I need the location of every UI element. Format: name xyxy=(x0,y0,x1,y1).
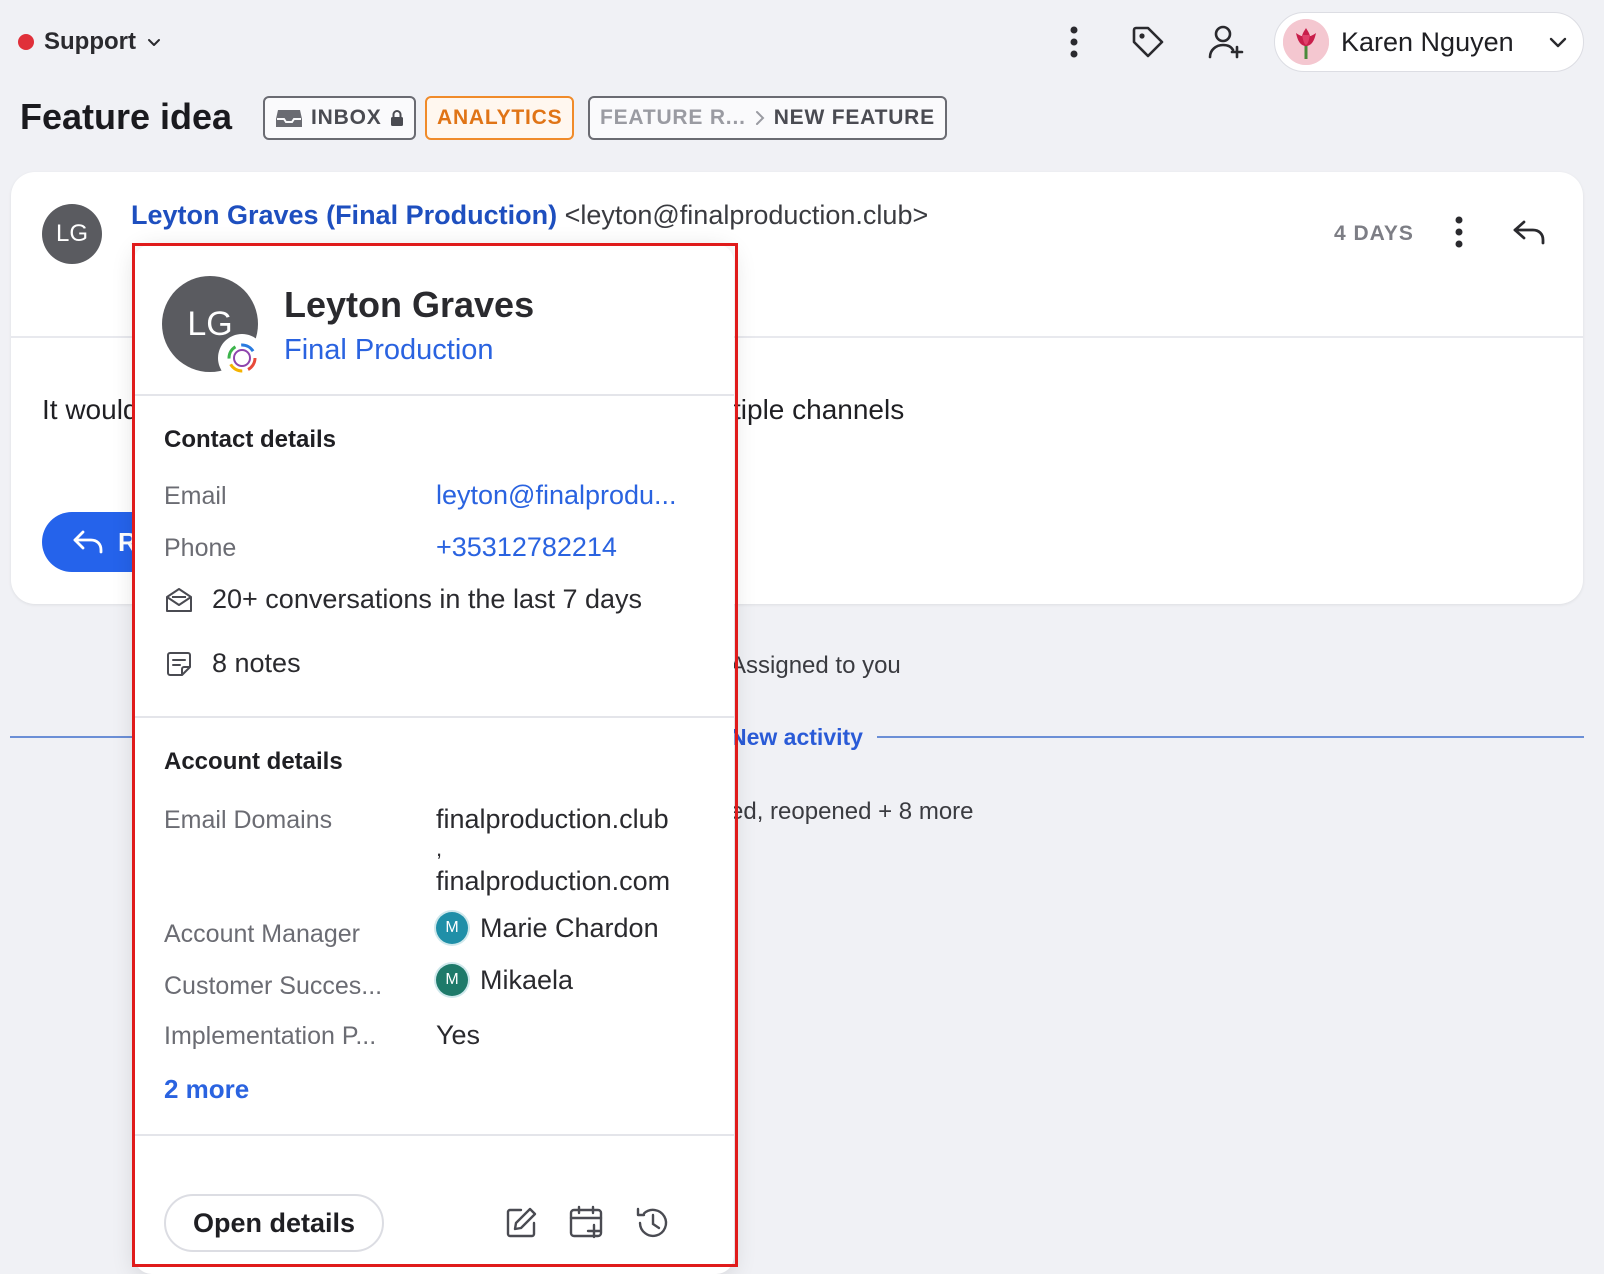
contact-name: Leyton Graves xyxy=(284,284,535,325)
contact-popover: LG Leyton Graves Final Production Contac… xyxy=(134,244,734,1274)
popover-divider xyxy=(134,1134,734,1136)
history-icon[interactable] xyxy=(630,1200,676,1246)
notes-text: 8 notes xyxy=(212,648,301,678)
more-vertical-icon[interactable] xyxy=(1052,20,1096,64)
customer-success-value: M Mikaela xyxy=(436,964,573,996)
phone-value[interactable]: +35312782214 xyxy=(436,532,617,563)
message-more-icon[interactable] xyxy=(1441,212,1477,252)
implementation-label: Implementation P... xyxy=(164,1022,377,1050)
inbox-status-dot xyxy=(18,34,34,50)
chevron-down-icon xyxy=(1549,37,1567,48)
popover-divider xyxy=(134,716,734,718)
add-calendar-icon[interactable] xyxy=(564,1200,610,1246)
page-title: Feature idea xyxy=(20,96,233,137)
account-manager-avatar: M xyxy=(436,912,468,944)
message-time: 4 DAYS xyxy=(1334,222,1414,245)
email-domains-label: Email Domains xyxy=(164,806,333,834)
user-menu[interactable]: Karen Nguyen xyxy=(1274,12,1584,72)
lock-icon xyxy=(390,110,403,126)
sender-name-link[interactable]: Leyton Graves (Final Production) xyxy=(131,200,557,230)
email-label: Email xyxy=(164,482,227,510)
chevron-right-icon xyxy=(755,111,765,125)
customer-success-label: Customer Succes... xyxy=(164,972,383,1000)
open-details-button[interactable]: Open details xyxy=(164,1194,384,1252)
company-logo-icon xyxy=(220,336,264,380)
notes-row[interactable]: 8 notes xyxy=(164,648,301,679)
contact-company-link[interactable]: Final Production xyxy=(284,334,494,367)
inbox-switcher[interactable]: Support xyxy=(18,28,162,56)
feature-parent-label: FEATURE R... xyxy=(600,106,746,129)
sender-line: Leyton Graves (Final Production) <leyton… xyxy=(131,200,928,231)
account-manager-value: M Marie Chardon xyxy=(436,912,659,944)
analytics-tag[interactable]: ANALYTICS xyxy=(425,96,575,140)
customer-success-name: Mikaela xyxy=(480,964,574,995)
account-details-heading: Account details xyxy=(164,748,343,775)
conversations-row[interactable]: 20+ conversations in the last 7 days xyxy=(164,584,642,615)
phone-label: Phone xyxy=(164,534,237,562)
inbox-tag-label: INBOX xyxy=(311,106,382,129)
chevron-down-icon xyxy=(147,39,160,46)
edit-icon[interactable] xyxy=(498,1200,544,1246)
events-summary[interactable]: ed, reopened + 8 more xyxy=(730,798,974,826)
feature-child-label: NEW FEATURE xyxy=(773,106,935,129)
popover-divider xyxy=(134,394,734,396)
analytics-tag-label: ANALYTICS xyxy=(437,106,563,129)
new-activity-label: New activity xyxy=(730,724,877,751)
message-body-end: tiple channels xyxy=(733,394,905,425)
inbox-tray-icon xyxy=(276,110,302,127)
inbox-tag[interactable]: INBOX xyxy=(263,96,416,140)
customer-success-avatar: M xyxy=(436,964,468,996)
tulip-avatar xyxy=(1283,19,1329,65)
message-body-start: It would xyxy=(42,394,139,425)
email-value[interactable]: leyton@finalprodu... xyxy=(436,480,677,511)
sender-email: <leyton@finalproduction.club> xyxy=(564,200,929,230)
user-name: Karen Nguyen xyxy=(1341,26,1514,57)
feature-request-tag[interactable]: FEATURE R... NEW FEATURE xyxy=(588,96,947,140)
email-domain-2: finalproduction.com xyxy=(436,866,671,896)
contact-details-heading: Contact details xyxy=(164,426,337,453)
email-domain-separator: , xyxy=(436,836,443,861)
reply-arrow-icon xyxy=(73,530,103,554)
account-manager-label: Account Manager xyxy=(164,920,360,948)
assigned-event: Assigned to you xyxy=(730,652,901,679)
more-fields-link[interactable]: 2 more xyxy=(164,1074,249,1105)
sender-avatar: LG xyxy=(42,204,102,264)
tag-icon[interactable] xyxy=(1126,20,1170,64)
assign-user-icon[interactable] xyxy=(1204,20,1248,64)
conversations-text: 20+ conversations in the last 7 days xyxy=(212,584,643,614)
account-manager-name: Marie Chardon xyxy=(480,912,659,943)
inbox-name: Support xyxy=(44,28,136,55)
implementation-value: Yes xyxy=(436,1020,481,1050)
reply-icon[interactable] xyxy=(1507,210,1551,254)
envelope-open-icon xyxy=(166,587,192,612)
note-icon xyxy=(167,651,191,676)
email-domain-1: finalproduction.club xyxy=(436,804,669,834)
